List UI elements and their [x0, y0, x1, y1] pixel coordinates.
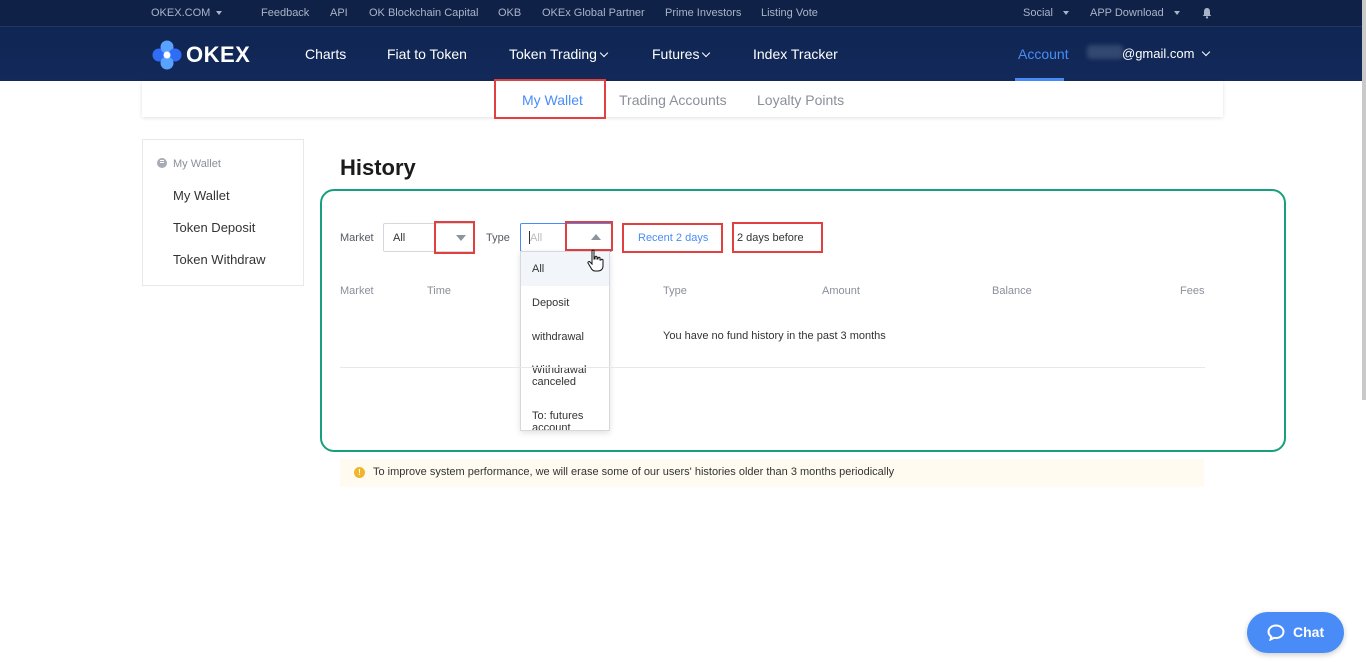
- highlight-recent-2-days: [622, 223, 723, 253]
- warning-icon: !: [354, 467, 365, 478]
- highlight-2-days-before: [732, 222, 823, 253]
- user-email-menu[interactable]: @gmail.com: [1122, 46, 1211, 61]
- col-amount: Amount: [822, 285, 860, 297]
- nav-token-trading[interactable]: Token Trading: [509, 46, 609, 62]
- logo-text: OKEX: [186, 42, 251, 67]
- col-balance: Balance: [992, 285, 1032, 297]
- type-label: Type: [486, 232, 510, 244]
- ok-blockchain-capital-link[interactable]: OK Blockchain Capital: [369, 7, 478, 19]
- wallet-icon: [157, 158, 167, 168]
- sidebar-item-token-withdraw[interactable]: Token Withdraw: [173, 252, 265, 267]
- highlight-my-wallet-tab: [494, 79, 606, 119]
- chevron-down-icon: [599, 48, 609, 58]
- empty-history-message: You have no fund history in the past 3 m…: [663, 330, 886, 342]
- sidebar-header: My Wallet: [157, 158, 221, 170]
- tab-loyalty-points[interactable]: Loyalty Points: [757, 92, 844, 108]
- col-type: Type: [663, 285, 687, 297]
- top-utility-bar: OKEX.COM Feedback API OK Blockchain Capi…: [0, 0, 1366, 27]
- wallet-sidebar: My Wallet My Wallet Token Deposit Token …: [142, 139, 304, 286]
- notice-banner: ! To improve system performance, we will…: [340, 459, 1204, 487]
- chat-label: Chat: [1293, 624, 1325, 640]
- api-link[interactable]: API: [330, 7, 348, 19]
- okex-global-partner-link[interactable]: OKEx Global Partner: [542, 7, 645, 19]
- col-market: Market: [340, 285, 374, 297]
- col-fees: Fees: [1180, 285, 1205, 297]
- nav-futures[interactable]: Futures: [652, 46, 711, 62]
- chevron-down-icon: [702, 48, 711, 58]
- prime-investors-link[interactable]: Prime Investors: [665, 7, 741, 19]
- wallet-subnav: My Wallet Trading Accounts Loyalty Point…: [142, 81, 1223, 117]
- sidebar-item-my-wallet[interactable]: My Wallet: [173, 188, 230, 203]
- notice-text: To improve system performance, we will e…: [373, 466, 895, 478]
- page-title: History: [340, 155, 416, 180]
- hand-pointer-cursor-icon: [587, 249, 604, 272]
- table-divider: [340, 367, 1205, 368]
- nav-index-tracker[interactable]: Index Tracker: [753, 46, 838, 62]
- chevron-down-icon: [216, 11, 223, 16]
- chat-bubble-icon: [1267, 624, 1285, 641]
- type-option-to-futures-account[interactable]: To: futures account: [532, 410, 604, 430]
- page-scrollbar[interactable]: [1362, 0, 1366, 400]
- type-dropdown-menu: All Deposit withdrawal Withdrawal cancel…: [520, 251, 610, 431]
- chevron-down-icon: [1202, 47, 1211, 57]
- nav-fiat-to-token[interactable]: Fiat to Token: [387, 46, 467, 62]
- highlight-type-arrow: [565, 221, 613, 251]
- chat-button[interactable]: Chat: [1247, 612, 1344, 653]
- highlight-market-arrow: [434, 221, 475, 254]
- feedback-link[interactable]: Feedback: [261, 7, 309, 19]
- nav-account[interactable]: Account: [1018, 46, 1069, 62]
- market-label: Market: [340, 232, 374, 244]
- type-option-deposit[interactable]: Deposit: [532, 297, 604, 309]
- bell-icon[interactable]: [1201, 7, 1213, 19]
- sidebar-item-token-deposit[interactable]: Token Deposit: [173, 220, 255, 235]
- social-menu[interactable]: Social: [1023, 7, 1069, 19]
- chevron-down-icon: [1173, 11, 1180, 16]
- tab-trading-accounts[interactable]: Trading Accounts: [619, 92, 727, 108]
- type-option-withdrawal[interactable]: withdrawal: [532, 331, 604, 343]
- main-navbar: OKEX Charts Fiat to Token Token Trading …: [0, 27, 1366, 81]
- col-time: Time: [427, 285, 452, 297]
- okb-link[interactable]: OKB: [498, 7, 521, 19]
- listing-vote-link[interactable]: Listing Vote: [761, 7, 818, 19]
- email-redacted: [1087, 45, 1123, 59]
- chevron-down-icon: [1062, 11, 1069, 16]
- nav-charts[interactable]: Charts: [305, 46, 346, 62]
- okex-com-link[interactable]: OKEX.COM: [151, 7, 223, 19]
- app-download-menu[interactable]: APP Download: [1090, 7, 1180, 19]
